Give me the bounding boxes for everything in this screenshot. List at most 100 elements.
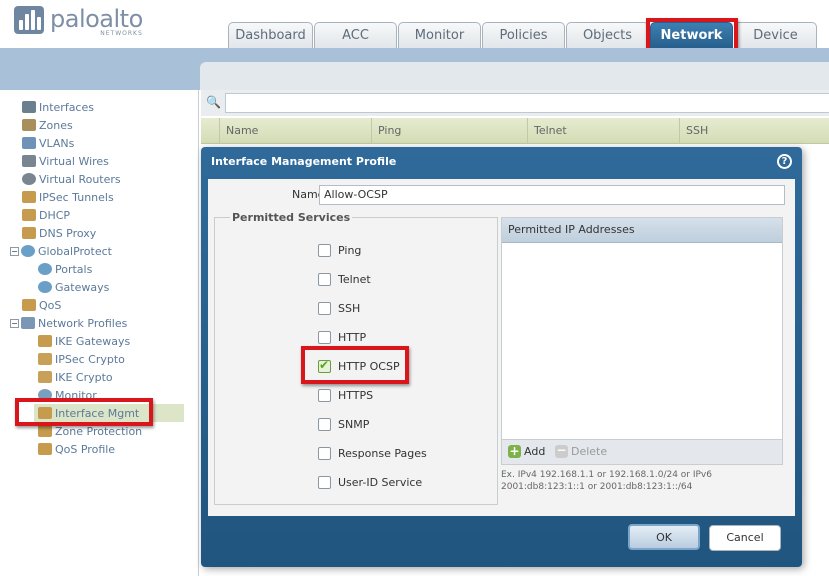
sidebar-item-label: Virtual Wires	[39, 154, 109, 168]
ok-button[interactable]: OK	[628, 524, 700, 550]
tab-policies[interactable]: Policies	[482, 22, 565, 48]
snmp-checkbox[interactable]	[318, 417, 331, 431]
ip-toolbar: + Add − Delete	[502, 439, 782, 464]
interface-mgmt-highlight	[15, 398, 153, 426]
column-telnet[interactable]: Telnet	[527, 118, 679, 144]
sidebar-item-dns-proxy[interactable]: DNS Proxy	[22, 224, 96, 242]
response-pages-checkbox[interactable]	[318, 446, 331, 460]
zones-icon	[22, 119, 36, 131]
virtual-wires-icon	[22, 155, 36, 167]
ike-gateways-icon	[38, 335, 52, 347]
sidebar-tree: Interfaces Zones VLANs Virtual Wires Vir…	[8, 90, 199, 576]
sidebar-item-label: QoS	[39, 298, 62, 312]
sidebar-item-globalprotect[interactable]: − GlobalProtect	[10, 242, 112, 260]
tab-objects[interactable]: Objects	[566, 22, 649, 48]
sidebar-item-interfaces[interactable]: Interfaces	[22, 98, 94, 116]
qos-profile-icon	[38, 443, 52, 455]
header-band	[0, 48, 829, 90]
tab-acc[interactable]: ACC	[314, 22, 397, 48]
gateways-icon	[38, 281, 52, 293]
sidebar-item-gateways[interactable]: Gateways	[38, 278, 109, 296]
tab-dashboard[interactable]: Dashboard	[228, 22, 313, 48]
portals-icon	[38, 263, 52, 275]
zone-protection-icon	[38, 425, 52, 437]
service-snmp[interactable]: SNMP	[318, 416, 369, 432]
sidebar-item-network-profiles[interactable]: − Network Profiles	[10, 314, 127, 332]
sidebar-item-label: IPSec Crypto	[55, 352, 125, 366]
sidebar-item-label: GlobalProtect	[38, 244, 112, 258]
checkbox-label: HTTPS	[338, 388, 374, 402]
ping-checkbox[interactable]	[318, 243, 331, 257]
sidebar-item-label: Zones	[39, 118, 73, 132]
ipsec-crypto-icon	[38, 353, 52, 365]
sidebar-item-vlans[interactable]: VLANs	[22, 134, 74, 152]
sidebar-item-virtual-routers[interactable]: Virtual Routers	[22, 170, 121, 188]
service-https[interactable]: HTTPS	[318, 387, 373, 403]
checkbox-label: Ping	[338, 243, 362, 257]
sidebar-item-ipsec-crypto[interactable]: IPSec Crypto	[38, 350, 125, 368]
ike-crypto-icon	[38, 371, 52, 383]
service-ping[interactable]: Ping	[318, 242, 361, 258]
collapse-icon[interactable]: −	[10, 318, 19, 328]
checkbox-label: SNMP	[338, 417, 370, 431]
sidebar-item-ike-gateways[interactable]: IKE Gateways	[38, 332, 130, 350]
service-response-pages[interactable]: Response Pages	[318, 445, 427, 461]
name-input[interactable]: Allow-OCSP	[319, 185, 785, 205]
sidebar-item-qos-profile[interactable]: QoS Profile	[38, 440, 115, 458]
column-ping[interactable]: Ping	[371, 118, 523, 144]
dns-proxy-icon	[22, 227, 36, 239]
sidebar-item-portals[interactable]: Portals	[38, 260, 92, 278]
dialog-title: Interface Management Profile	[211, 155, 397, 168]
service-ssh[interactable]: SSH	[318, 300, 360, 316]
checkbox-label: Telnet	[338, 272, 371, 286]
sidebar-item-label: IPSec Tunnels	[39, 190, 114, 204]
service-user-id[interactable]: User-ID Service	[318, 474, 422, 490]
sidebar-item-label: Virtual Routers	[39, 172, 121, 186]
add-button[interactable]: + Add	[508, 445, 545, 458]
checkbox-label: HTTP	[338, 330, 367, 344]
sidebar-item-label: Gateways	[55, 280, 110, 294]
service-telnet[interactable]: Telnet	[318, 271, 371, 287]
paloalto-logo: paloalto NETWORKS	[14, 6, 143, 37]
brand-name: paloalto	[50, 5, 143, 33]
virtual-routers-icon	[22, 173, 36, 185]
ip-hint-text: Ex. IPv4 192.168.1.1 or 192.168.1.0/24 o…	[501, 470, 712, 492]
globalprotect-icon	[21, 245, 35, 257]
sidebar-item-virtual-wires[interactable]: Virtual Wires	[22, 152, 109, 170]
sidebar-item-ike-crypto[interactable]: IKE Crypto	[38, 368, 113, 386]
sidebar-item-label: VLANs	[39, 136, 75, 150]
sidebar-item-zones[interactable]: Zones	[22, 116, 73, 134]
sidebar-item-label: Network Profiles	[38, 316, 128, 330]
column-name[interactable]: Name	[219, 118, 371, 144]
sidebar-item-ipsec-tunnels[interactable]: IPSec Tunnels	[22, 188, 114, 206]
brand-sub: NETWORKS	[100, 30, 143, 37]
delete-button[interactable]: − Delete	[555, 444, 607, 458]
vlans-icon	[22, 137, 36, 149]
tab-monitor[interactable]: Monitor	[398, 22, 481, 48]
sidebar-item-dhcp[interactable]: DHCP	[22, 206, 70, 224]
checkbox-label: Response Pages	[338, 446, 427, 460]
service-http[interactable]: HTTP	[318, 329, 366, 345]
sidebar-item-label: Portals	[55, 262, 93, 276]
sidebar-item-qos[interactable]: QoS	[22, 296, 61, 314]
user-id-service-checkbox[interactable]	[318, 475, 331, 489]
tab-device[interactable]: Device	[734, 22, 817, 48]
cancel-button[interactable]: Cancel	[709, 525, 781, 551]
add-label: Add	[524, 445, 546, 458]
ssh-checkbox[interactable]	[318, 301, 331, 315]
column-ssh[interactable]: SSH	[679, 118, 829, 144]
qos-icon	[22, 299, 36, 311]
help-icon[interactable]: ?	[777, 154, 792, 169]
https-checkbox[interactable]	[318, 388, 331, 402]
app-header: paloalto NETWORKS Dashboard ACC Monitor …	[0, 0, 829, 54]
interface-management-profile-dialog: Interface Management Profile ? Name Allo…	[201, 147, 802, 567]
telnet-checkbox[interactable]	[318, 272, 331, 286]
filter-input[interactable]	[225, 93, 829, 113]
sidebar-item-label: Interfaces	[39, 100, 94, 114]
http-checkbox[interactable]	[318, 330, 331, 344]
dhcp-icon	[22, 209, 36, 221]
grid-header: Name Ping Telnet SSH	[201, 118, 829, 144]
collapse-icon[interactable]: −	[10, 246, 19, 256]
permitted-ip-header[interactable]: Permitted IP Addresses	[502, 218, 782, 243]
http-ocsp-highlight	[301, 346, 409, 384]
